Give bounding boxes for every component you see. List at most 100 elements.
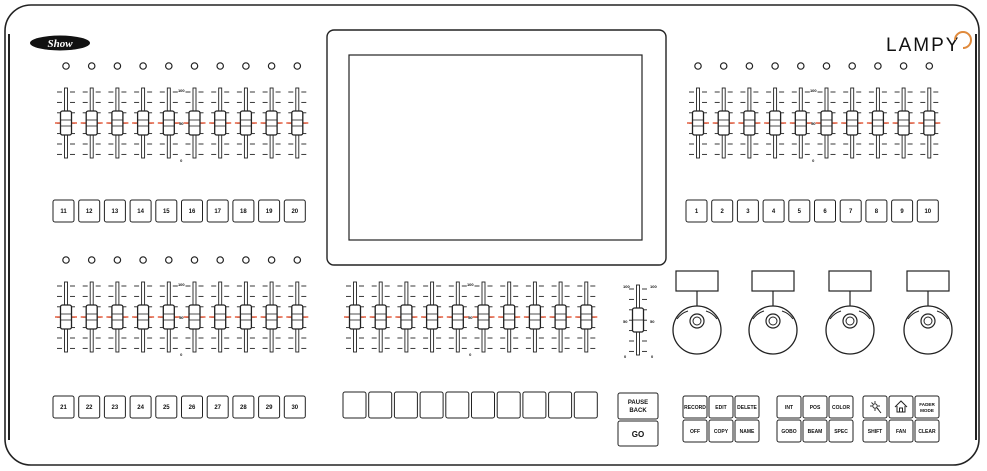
- fader-cap[interactable]: [188, 110, 201, 136]
- top-left-button-8[interactable]: 18: [232, 199, 255, 223]
- center-button-5[interactable]: [445, 391, 470, 419]
- top-left-button-2[interactable]: 12: [78, 199, 101, 223]
- encoder-1[interactable]: [672, 270, 722, 355]
- fader-cap[interactable]: [265, 304, 278, 330]
- fader-cap[interactable]: [400, 304, 413, 330]
- fader-mode-key[interactable]: FADERMODE: [914, 395, 940, 419]
- top-left-button-3[interactable]: 13: [103, 199, 126, 223]
- top-right-button-8[interactable]: 8: [865, 199, 888, 223]
- fader-cap[interactable]: [239, 304, 253, 330]
- center-button-7[interactable]: [496, 391, 521, 419]
- bottom-left-button-2[interactable]: 22: [78, 395, 101, 419]
- fader-cap[interactable]: [111, 304, 124, 330]
- top-right-button-6[interactable]: 6: [814, 199, 836, 223]
- fader-cap[interactable]: [59, 304, 73, 330]
- home-key[interactable]: [888, 395, 914, 419]
- bottom-left-button-7[interactable]: 27: [206, 395, 229, 419]
- bottom-left-button-3[interactable]: 23: [103, 395, 126, 419]
- encoder-3[interactable]: [825, 270, 875, 355]
- utility-key-fan[interactable]: FAN: [888, 419, 914, 443]
- fader-cap[interactable]: [743, 110, 756, 136]
- program-key-edit[interactable]: EDIT: [708, 395, 734, 419]
- fader-cap[interactable]: [923, 110, 936, 136]
- bottom-left-button-9[interactable]: 29: [258, 395, 281, 419]
- go-button[interactable]: GO: [617, 420, 659, 447]
- bottom-left-button-8[interactable]: 28: [232, 395, 255, 419]
- fader-cap[interactable]: [59, 110, 73, 136]
- top-left-button-10[interactable]: 20: [283, 199, 306, 223]
- program-key-name[interactable]: NAME: [734, 419, 760, 443]
- encoder-knob[interactable]: [672, 305, 722, 355]
- center-button-10[interactable]: [573, 391, 598, 419]
- touch-screen[interactable]: [326, 29, 667, 266]
- top-left-button-1[interactable]: 11: [52, 199, 75, 223]
- pause-back-button[interactable]: PAUSE BACK: [617, 392, 659, 420]
- fader-cap[interactable]: [691, 110, 705, 136]
- fader-cap[interactable]: [265, 110, 278, 136]
- fader-cap[interactable]: [214, 304, 227, 330]
- center-button-4[interactable]: [419, 391, 444, 419]
- top-left-button-5[interactable]: 15: [155, 199, 178, 223]
- top-left-button-4[interactable]: 14: [129, 199, 152, 223]
- fader-cap[interactable]: [188, 304, 201, 330]
- utility-key-clear[interactable]: CLEAR: [914, 419, 940, 443]
- program-key-delete[interactable]: DELETE: [734, 395, 760, 419]
- top-right-button-9[interactable]: 9: [891, 199, 914, 223]
- fader-cap[interactable]: [871, 110, 885, 136]
- top-right-button-10[interactable]: 10: [916, 199, 939, 223]
- center-button-8[interactable]: [522, 391, 547, 419]
- fader-cap[interactable]: [820, 110, 833, 136]
- fader-cap[interactable]: [528, 304, 542, 330]
- program-key-record[interactable]: RECORD: [682, 395, 708, 419]
- center-button-6[interactable]: [471, 391, 495, 419]
- fader-cap[interactable]: [162, 304, 175, 330]
- center-button-2[interactable]: [368, 391, 393, 419]
- fader-cap[interactable]: [451, 304, 464, 330]
- center-button-3[interactable]: [393, 391, 418, 419]
- fader-cap[interactable]: [239, 110, 253, 136]
- screen-display[interactable]: [348, 54, 643, 241]
- fader-cap[interactable]: [85, 110, 98, 136]
- attribute-key-pos[interactable]: POS: [802, 395, 828, 419]
- fader-cap[interactable]: [348, 304, 362, 330]
- bottom-left-button-10[interactable]: 30: [283, 395, 306, 419]
- fader-cap[interactable]: [111, 110, 124, 136]
- fader-cap[interactable]: [768, 110, 782, 136]
- encoder-knob[interactable]: [903, 305, 953, 355]
- fader-cap[interactable]: [136, 110, 150, 136]
- top-right-button-4[interactable]: 4: [762, 199, 785, 223]
- encoder-knob[interactable]: [748, 305, 798, 355]
- bottom-left-button-4[interactable]: 24: [129, 395, 152, 419]
- fader-cap[interactable]: [717, 110, 730, 136]
- encoder-4[interactable]: [903, 270, 953, 355]
- fader-cap[interactable]: [162, 110, 175, 136]
- fader-cap[interactable]: [897, 110, 910, 136]
- top-left-button-9[interactable]: 19: [258, 199, 281, 223]
- utility-key-shift[interactable]: SHIFT: [862, 419, 888, 443]
- fader-cap[interactable]: [503, 304, 516, 330]
- fader-cap[interactable]: [291, 304, 304, 330]
- highlight-key[interactable]: [862, 395, 888, 419]
- fader-cap[interactable]: [580, 304, 593, 330]
- top-right-button-3[interactable]: 3: [736, 199, 759, 223]
- fader-cap[interactable]: [374, 304, 387, 330]
- top-right-button-7[interactable]: 7: [839, 199, 862, 223]
- bottom-left-button-5[interactable]: 25: [155, 395, 178, 419]
- attribute-key-int[interactable]: INT: [776, 395, 802, 419]
- top-left-button-7[interactable]: 17: [206, 199, 229, 223]
- fader-cap[interactable]: [136, 304, 150, 330]
- attribute-key-beam[interactable]: BEAM: [802, 419, 828, 443]
- top-right-button-1[interactable]: 1: [685, 199, 708, 223]
- center-button-1[interactable]: [342, 391, 367, 419]
- program-key-copy[interactable]: COPY: [708, 419, 734, 443]
- top-right-button-5[interactable]: 5: [788, 199, 811, 223]
- bottom-left-button-6[interactable]: 26: [181, 395, 203, 419]
- attribute-key-color[interactable]: COLOR: [828, 395, 854, 419]
- encoder-knob[interactable]: [825, 305, 875, 355]
- center-button-9[interactable]: [548, 391, 573, 419]
- top-left-button-6[interactable]: 16: [181, 199, 203, 223]
- attribute-key-spec[interactable]: SPEC: [828, 419, 854, 443]
- encoder-2[interactable]: [748, 270, 798, 355]
- fader-cap[interactable]: [846, 110, 859, 136]
- fader-cap[interactable]: [291, 110, 304, 136]
